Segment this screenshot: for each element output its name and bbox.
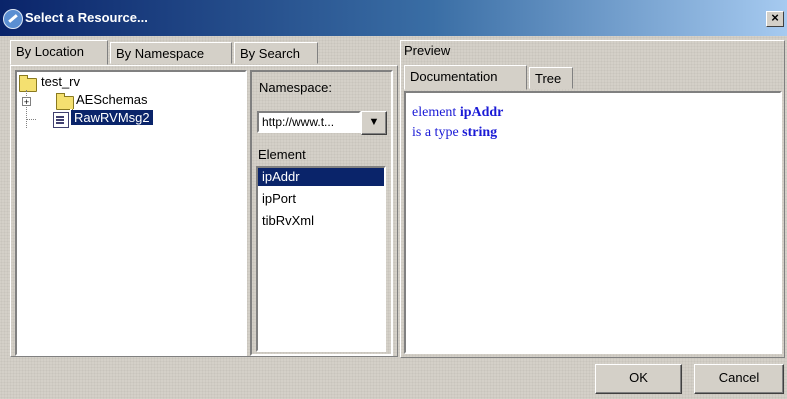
tab-by-location[interactable]: By Location [10, 40, 108, 65]
folder-icon [56, 93, 74, 110]
tab-documentation[interactable]: Documentation [404, 65, 527, 90]
close-button[interactable]: × [766, 11, 784, 27]
title-bar[interactable]: Select a Resource... × [0, 0, 787, 36]
preview-label: Preview [404, 43, 451, 58]
list-item-tibrvxml[interactable]: tibRvXml [258, 212, 384, 230]
list-item-ipport[interactable]: ipPort [258, 190, 384, 208]
tree-root-label: test_rv [41, 74, 81, 89]
location-tree[interactable]: test_rv + AESchemas RawRVMsg2 [15, 70, 247, 356]
tab-by-namespace[interactable]: By Namespace [110, 42, 232, 64]
app-logo-icon [3, 9, 23, 29]
chevron-down-icon[interactable]: ▼ [361, 111, 387, 135]
schema-icon [53, 112, 69, 128]
doc-line-1: element ipAddr [412, 105, 504, 120]
tree-item-label: AESchemas [76, 92, 148, 107]
preview-tab-strip: Documentation Tree [404, 65, 782, 93]
namespace-label: Namespace: [259, 80, 332, 95]
doc-line-2: is a type string [412, 125, 498, 140]
folder-open-icon [19, 75, 37, 92]
namespace-value: http://www.t... [262, 115, 335, 129]
documentation-view: element ipAddr is a type string [404, 91, 782, 354]
namespace-select[interactable]: http://www.t... [257, 111, 361, 133]
window-title: Select a Resource... [25, 10, 148, 25]
tree-connector [26, 90, 27, 128]
element-label: Element [258, 147, 306, 162]
tab-by-search[interactable]: By Search [234, 42, 318, 64]
list-item-ipaddr[interactable]: ipAddr [258, 168, 384, 186]
expand-icon[interactable]: + [22, 97, 31, 107]
cancel-button[interactable]: Cancel [694, 364, 784, 394]
ok-button[interactable]: OK [595, 364, 682, 394]
element-list[interactable]: ipAddr ipPort tibRvXml [256, 166, 386, 352]
tree-item-label-selected: RawRVMsg2 [70, 109, 154, 126]
tab-tree[interactable]: Tree [529, 67, 573, 89]
doc-element-name: ipAddr [459, 105, 504, 120]
tree-connector-branch [26, 119, 36, 120]
doc-type-name: string [462, 125, 498, 140]
